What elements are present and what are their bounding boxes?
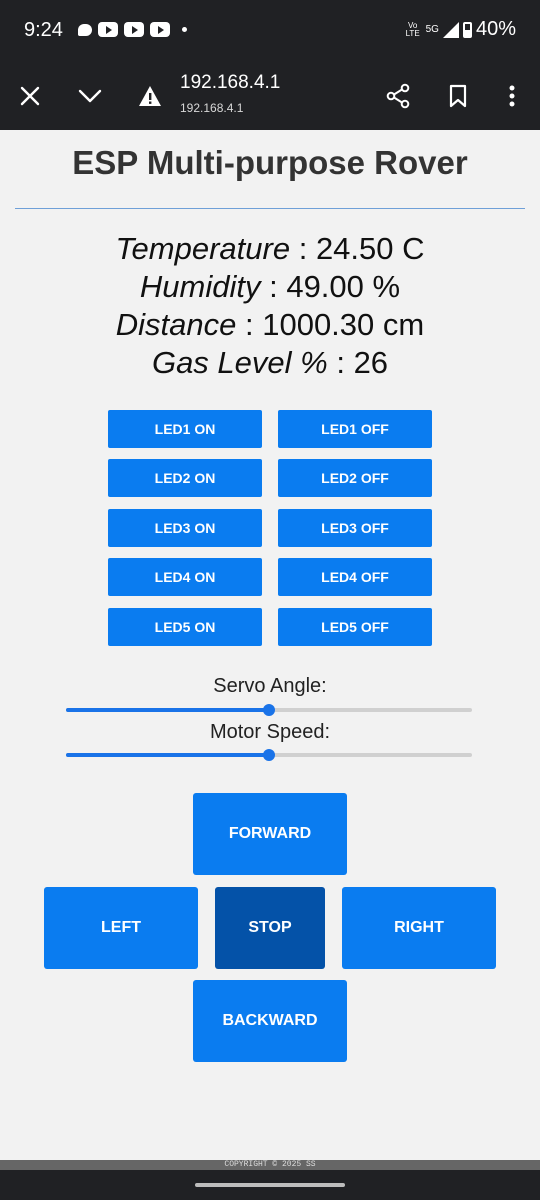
reading-label: Gas Level % — [151, 345, 328, 380]
browser-toolbar: 192.168.4.1 192.168.4.1 — [0, 62, 540, 130]
youtube-icon — [124, 22, 144, 37]
sensor-readings: Temperature : 24.50 C Humidity : 49.00 %… — [0, 230, 540, 382]
forward-button[interactable]: FORWARD — [193, 793, 347, 875]
motor-slider-thumb[interactable] — [263, 749, 275, 761]
page-content: ESP Multi-purpose Rover Temperature : 24… — [0, 130, 540, 1160]
servo-slider-fill — [66, 708, 269, 712]
reading-value: 24.50 C — [315, 231, 425, 266]
led3-off-button[interactable]: LED3 OFF — [278, 509, 432, 547]
led5-off-button[interactable]: LED5 OFF — [278, 608, 432, 646]
right-button[interactable]: RIGHT — [342, 887, 496, 969]
led2-on-button[interactable]: LED2 ON — [108, 459, 262, 497]
status-bar: 9:24 Vo LTE 5G 40% — [0, 0, 540, 62]
chat-icon — [78, 23, 92, 36]
led2-off-button[interactable]: LED2 OFF — [278, 459, 432, 497]
divider — [15, 208, 525, 209]
page-host[interactable]: 192.168.4.1 — [180, 72, 280, 94]
youtube-icon — [150, 22, 170, 37]
warning-icon[interactable] — [134, 80, 166, 112]
battery-percent: 40% — [475, 18, 516, 40]
led3-on-button[interactable]: LED3 ON — [108, 509, 262, 547]
more-notifications-icon — [182, 27, 187, 32]
led4-off-button[interactable]: LED4 OFF — [278, 558, 432, 596]
more-vert-icon[interactable] — [496, 80, 528, 112]
backward-button[interactable]: BACKWARD — [193, 980, 347, 1062]
reading-gas-level: Gas Level % : 26 — [151, 345, 389, 380]
servo-slider-thumb[interactable] — [263, 704, 275, 716]
reading-value: 26 — [353, 345, 389, 380]
page-url[interactable]: 192.168.4.1 — [180, 101, 243, 115]
reading-value: 49.00 % — [286, 269, 401, 304]
motor-slider[interactable] — [66, 749, 472, 761]
reading-label: Humidity — [139, 269, 261, 304]
servo-slider[interactable] — [66, 704, 472, 716]
chevron-down-icon[interactable] — [74, 80, 106, 112]
notification-icons — [78, 22, 187, 37]
volte-icon: Vo LTE — [405, 20, 420, 38]
left-button[interactable]: LEFT — [44, 887, 198, 969]
led1-on-button[interactable]: LED1 ON — [108, 410, 262, 448]
motor-label: Motor Speed: — [209, 721, 331, 743]
network-label: 5G — [425, 24, 439, 35]
led1-off-button[interactable]: LED1 OFF — [278, 410, 432, 448]
signal-icon — [442, 21, 459, 38]
share-icon[interactable] — [382, 80, 414, 112]
status-time: 9:24 — [24, 19, 63, 41]
reading-label: Distance — [115, 307, 237, 342]
reading-distance: Distance : 1000.30 cm — [115, 307, 425, 342]
footer: COPYRIGHT © 2025 SS — [0, 1160, 540, 1170]
led4-on-button[interactable]: LED4 ON — [108, 558, 262, 596]
led5-on-button[interactable]: LED5 ON — [108, 608, 262, 646]
reading-label: Temperature — [115, 231, 291, 266]
home-gesture-handle[interactable] — [195, 1183, 345, 1187]
reading-humidity: Humidity : 49.00 % — [139, 269, 401, 304]
youtube-icon — [98, 22, 118, 37]
battery-icon — [462, 21, 472, 38]
bookmark-icon[interactable] — [442, 80, 474, 112]
servo-label: Servo Angle: — [213, 675, 327, 697]
close-icon[interactable] — [14, 80, 46, 112]
system-nav-bar — [0, 1170, 540, 1200]
reading-value: 1000.30 cm — [262, 307, 425, 342]
status-right: Vo LTE 5G 40% — [404, 18, 516, 41]
reading-temperature: Temperature : 24.50 C — [115, 231, 425, 266]
stop-button[interactable]: STOP — [215, 887, 325, 969]
motor-slider-fill — [66, 753, 269, 757]
page-title: ESP Multi-purpose Rover — [72, 144, 468, 181]
